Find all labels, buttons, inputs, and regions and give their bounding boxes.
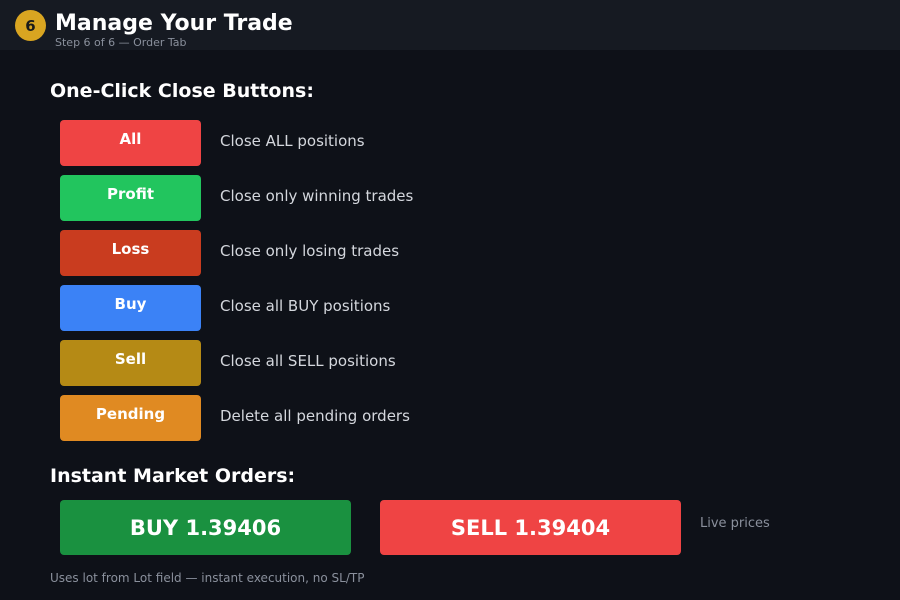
market-orders-footnote: Uses lot from Lot field — instant execut… (50, 571, 365, 585)
delete-pending-button[interactable]: Pending (60, 395, 201, 441)
close-buttons-heading: One-Click Close Buttons: (50, 80, 314, 102)
close-row-sell: Sell Close all SELL positions (60, 340, 760, 386)
close-buy-description: Close all BUY positions (220, 297, 391, 315)
live-prices-label: Live prices (700, 516, 770, 531)
close-row-pending: Pending Delete all pending orders (60, 395, 760, 441)
header-bar: 6 Manage Your Trade Step 6 of 6 — Order … (0, 0, 900, 50)
close-all-description: Close ALL positions (220, 132, 365, 150)
close-row-loss: Loss Close only losing trades (60, 230, 760, 276)
step-subtitle: Step 6 of 6 — Order Tab (55, 36, 187, 49)
close-profit-button[interactable]: Profit (60, 175, 201, 221)
market-orders-heading: Instant Market Orders: (50, 465, 296, 487)
close-sell-description: Close all SELL positions (220, 352, 396, 370)
close-row-buy: Buy Close all BUY positions (60, 285, 760, 331)
close-all-button[interactable]: All (60, 120, 201, 166)
close-row-profit: Profit Close only winning trades (60, 175, 760, 221)
step-number-badge: 6 (15, 10, 46, 41)
close-loss-description: Close only losing trades (220, 242, 400, 260)
close-row-all: All Close ALL positions (60, 120, 760, 166)
market-sell-button[interactable]: SELL 1.39404 (380, 500, 681, 555)
close-buy-button[interactable]: Buy (60, 285, 201, 331)
close-profit-description: Close only winning trades (220, 187, 414, 205)
market-buy-button[interactable]: BUY 1.39406 (60, 500, 351, 555)
page-title: Manage Your Trade (55, 11, 293, 36)
delete-pending-description: Delete all pending orders (220, 407, 410, 425)
close-loss-button[interactable]: Loss (60, 230, 201, 276)
close-sell-button[interactable]: Sell (60, 340, 201, 386)
